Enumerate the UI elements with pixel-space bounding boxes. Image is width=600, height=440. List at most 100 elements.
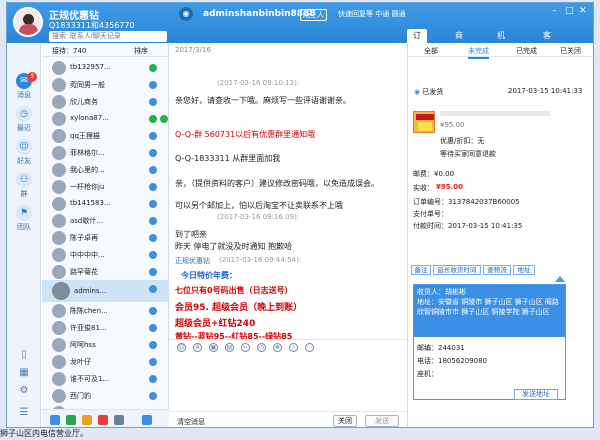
contact-name: adminshanbinbin8888 (203, 9, 316, 19)
close-icon[interactable]: ✕ (579, 6, 587, 16)
menu-icon[interactable]: ☰ (16, 407, 32, 419)
workspace-avatar[interactable] (13, 7, 43, 37)
app-icon-6[interactable] (142, 415, 152, 425)
contact-row[interactable]: 菲林格尔... (42, 144, 169, 162)
nav-friends[interactable]: ☺ 好友 (7, 139, 41, 166)
contact-name: 菀同男一般 (70, 81, 105, 89)
contact-list-header: 接待：740 排序 (42, 43, 169, 57)
contact-name: admins... (74, 287, 107, 295)
contact-row[interactable]: 龙叶仔 (42, 353, 169, 371)
message-line: 今日特价年费： (181, 271, 237, 280)
order-id: 订单编号：3137842037B60005 (413, 198, 520, 206)
send-address-button[interactable]: 发送地址 (514, 389, 558, 400)
contact-row[interactable]: xylona87... (42, 110, 169, 128)
font-icon[interactable]: A (193, 343, 202, 352)
screenshot-icon[interactable]: ✂ (241, 343, 250, 352)
tab-customers[interactable]: 客户 (537, 29, 557, 54)
grid-icon[interactable]: ▦ (16, 367, 32, 379)
clear-messages-label[interactable]: 清空消息 (177, 417, 205, 427)
contact-name: 阿呵hss (70, 341, 96, 349)
avatar (52, 112, 66, 126)
phone-icon[interactable]: ▯ (16, 349, 32, 361)
contact-row[interactable]: 一杆枪你ju (42, 178, 169, 196)
logistics-button[interactable]: 查物流 (483, 265, 511, 275)
contact-row[interactable]: 中中中中... (42, 246, 169, 264)
message-line: Q-Q-1833311 从群里面加我 (175, 154, 281, 163)
status-icon (149, 341, 157, 349)
avatar (52, 197, 66, 211)
subtab-finished[interactable]: 已完成 (516, 46, 537, 56)
avatar (52, 304, 66, 318)
message-line: 亲您好，请查收一下哦。麻烦写一些评语谢谢亲。 (175, 96, 351, 105)
product-thumbnail[interactable] (413, 111, 435, 133)
contact-row[interactable]: tb132957... (42, 59, 169, 77)
contact-name: 许亚俊81... (70, 324, 107, 332)
maximize-icon[interactable]: □ (565, 6, 574, 16)
subtab-closed[interactable]: 已关闭 (560, 46, 581, 56)
nav-team[interactable]: ⚑ 团队 (7, 205, 41, 232)
contact-row[interactable]: 菀同男一般 (42, 76, 169, 94)
contact-row[interactable]: admins... (42, 280, 169, 302)
status-icon (149, 234, 157, 242)
contact-row[interactable]: 陈陈chen... (42, 302, 169, 320)
message-timestamp: (2017-03-16 09:44:54): (219, 256, 302, 264)
subtab-all[interactable]: 全部 (424, 46, 438, 56)
folder-icon[interactable]: ▤ (225, 343, 234, 352)
contact-row[interactable]: 路罕菊花 (42, 263, 169, 281)
image-icon[interactable]: ▣ (209, 343, 218, 352)
product-price: ¥95.00 (440, 121, 465, 129)
address-selection[interactable]: 收货人：胡彬彬 地址：安徽省 铜陵市 狮子山区 狮子山区 阁路欣智铜陵市市 狮子… (414, 285, 565, 337)
emoji-icon[interactable]: ☺ (177, 343, 186, 352)
message-line: 昨天 停电了就没及时通知 抱歉哈 (175, 242, 293, 251)
contact-row[interactable]: qq王狸猫 (42, 127, 169, 145)
close-button[interactable]: 关闭 (333, 415, 357, 427)
avatar (52, 146, 66, 160)
more-icon[interactable]: ⋯ (305, 343, 314, 352)
contact-row[interactable]: asd歇什... (42, 212, 169, 230)
note-button[interactable]: 备注 (411, 265, 431, 275)
search-input[interactable] (49, 31, 167, 42)
message-input[interactable] (173, 355, 401, 409)
contact-row[interactable]: 我心里的... (42, 161, 169, 179)
contact-row[interactable]: 谁不可及1... (42, 370, 169, 388)
history-icon[interactable]: ◷ (257, 343, 266, 352)
contact-row[interactable]: 陈子卓再 (42, 229, 169, 247)
avatar (52, 180, 66, 194)
minimize-icon[interactable]: – (552, 6, 557, 16)
tab-robot[interactable]: 机器人 (491, 29, 511, 68)
contact-row[interactable]: 许亚俊81... (42, 319, 169, 337)
settings-icon[interactable]: ⚙ (16, 385, 32, 397)
contact-row[interactable]: 西门豹 (42, 387, 169, 405)
nav-recent[interactable]: ◷ 最近 (7, 106, 41, 133)
app-icon-2[interactable] (66, 415, 76, 425)
subtab-unfinished[interactable]: 未完成 (468, 46, 489, 59)
app-icon-3[interactable] (82, 415, 92, 425)
status-icon (149, 98, 157, 106)
status-icon (149, 64, 157, 72)
phone-number: 电话：18056209080 (417, 357, 487, 365)
quick-reply-icon[interactable]: ⚡ (289, 343, 298, 352)
nav-groups[interactable]: ⚇ 群 (7, 172, 41, 199)
contact-name: 谁不可及1... (70, 375, 110, 383)
contact-name: 中中中中... (70, 251, 105, 259)
unread-badge: 3 (27, 72, 37, 82)
tab-products[interactable]: 商品 (449, 29, 469, 54)
nav-messages[interactable]: ✉ 3 消息 (7, 72, 41, 100)
send-button[interactable]: 发送 (365, 415, 399, 427)
app-icon-4[interactable] (98, 415, 108, 425)
user-icon[interactable]: ◉ (179, 7, 193, 21)
coupon-label: 优惠/折扣：无 (440, 137, 485, 145)
contact-row[interactable]: 阿呵hss (42, 336, 169, 354)
contact-row[interactable]: 欣儿商务 (42, 93, 169, 111)
contact-row[interactable]: tb141583... (42, 195, 169, 213)
app-icon-5[interactable] (114, 415, 124, 425)
message-line: 亲，（提供资料的客户）建议修改密码哦，以免造成误会。 (175, 179, 379, 188)
sort-button[interactable]: 排序 (134, 46, 148, 56)
gift-icon[interactable]: ❖ (273, 343, 282, 352)
status-icon (149, 115, 157, 123)
app-icon-1[interactable] (50, 415, 60, 425)
status-icon (149, 132, 157, 140)
address-button[interactable]: 地址 (513, 265, 535, 275)
extend-receipt-button[interactable]: 延长收货时间 (433, 265, 481, 275)
tab-orders[interactable]: 订单 (407, 29, 427, 54)
